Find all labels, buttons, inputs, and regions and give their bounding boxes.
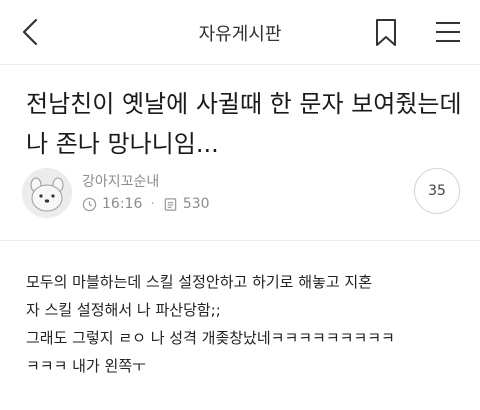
- post-body-line: 자 스킬 설정해서 나 파산당함;;: [26, 301, 221, 319]
- page-title: 자유게시판: [198, 24, 282, 45]
- post-body-line: 모두의 마블하는데 스킬 설정안하고 하기로 해놓고 지혼: [26, 273, 373, 291]
- author-avatar[interactable]: [22, 168, 72, 218]
- hamburger-menu-icon: [436, 22, 460, 42]
- post-body-line: 그래도 그렇지 ㄹㅇ 나 성격 개좆창났네ㅋㅋㅋㅋㅋㅋㅋㅋㅋ: [26, 329, 395, 347]
- top-bar: 자유게시판: [0, 0, 480, 65]
- post-title: 전남친이 옛날에 사귈때 한 문자 보여줬는데 나 존나 망나니임...: [26, 90, 462, 158]
- author-name[interactable]: 강아지꼬순내: [82, 171, 159, 191]
- bookmark-button[interactable]: [368, 14, 404, 50]
- post-body-line: ㅋㅋㅋ 내가 왼쪽ㅜ: [26, 357, 146, 375]
- comment-count-button[interactable]: 35: [414, 168, 460, 214]
- menu-button[interactable]: [428, 14, 468, 50]
- chevron-left-icon: [22, 18, 38, 46]
- post-meta: 16:16 · 530: [82, 194, 210, 214]
- clock-icon: [82, 197, 97, 211]
- bookmark-icon: [376, 19, 396, 46]
- meta-separator: ·: [150, 196, 155, 212]
- post-time: 16:16: [102, 196, 143, 212]
- document-icon: [164, 197, 177, 211]
- view-count: 530: [182, 196, 210, 212]
- post-body: 모두의 마블하는데 스킬 설정안하고 하기로 해놓고 지혼 자 스킬 설정해서 …: [26, 268, 466, 380]
- divider: [0, 240, 480, 241]
- dog-avatar-icon: [22, 168, 72, 218]
- back-button[interactable]: [14, 14, 50, 50]
- comment-count: 35: [428, 183, 446, 199]
